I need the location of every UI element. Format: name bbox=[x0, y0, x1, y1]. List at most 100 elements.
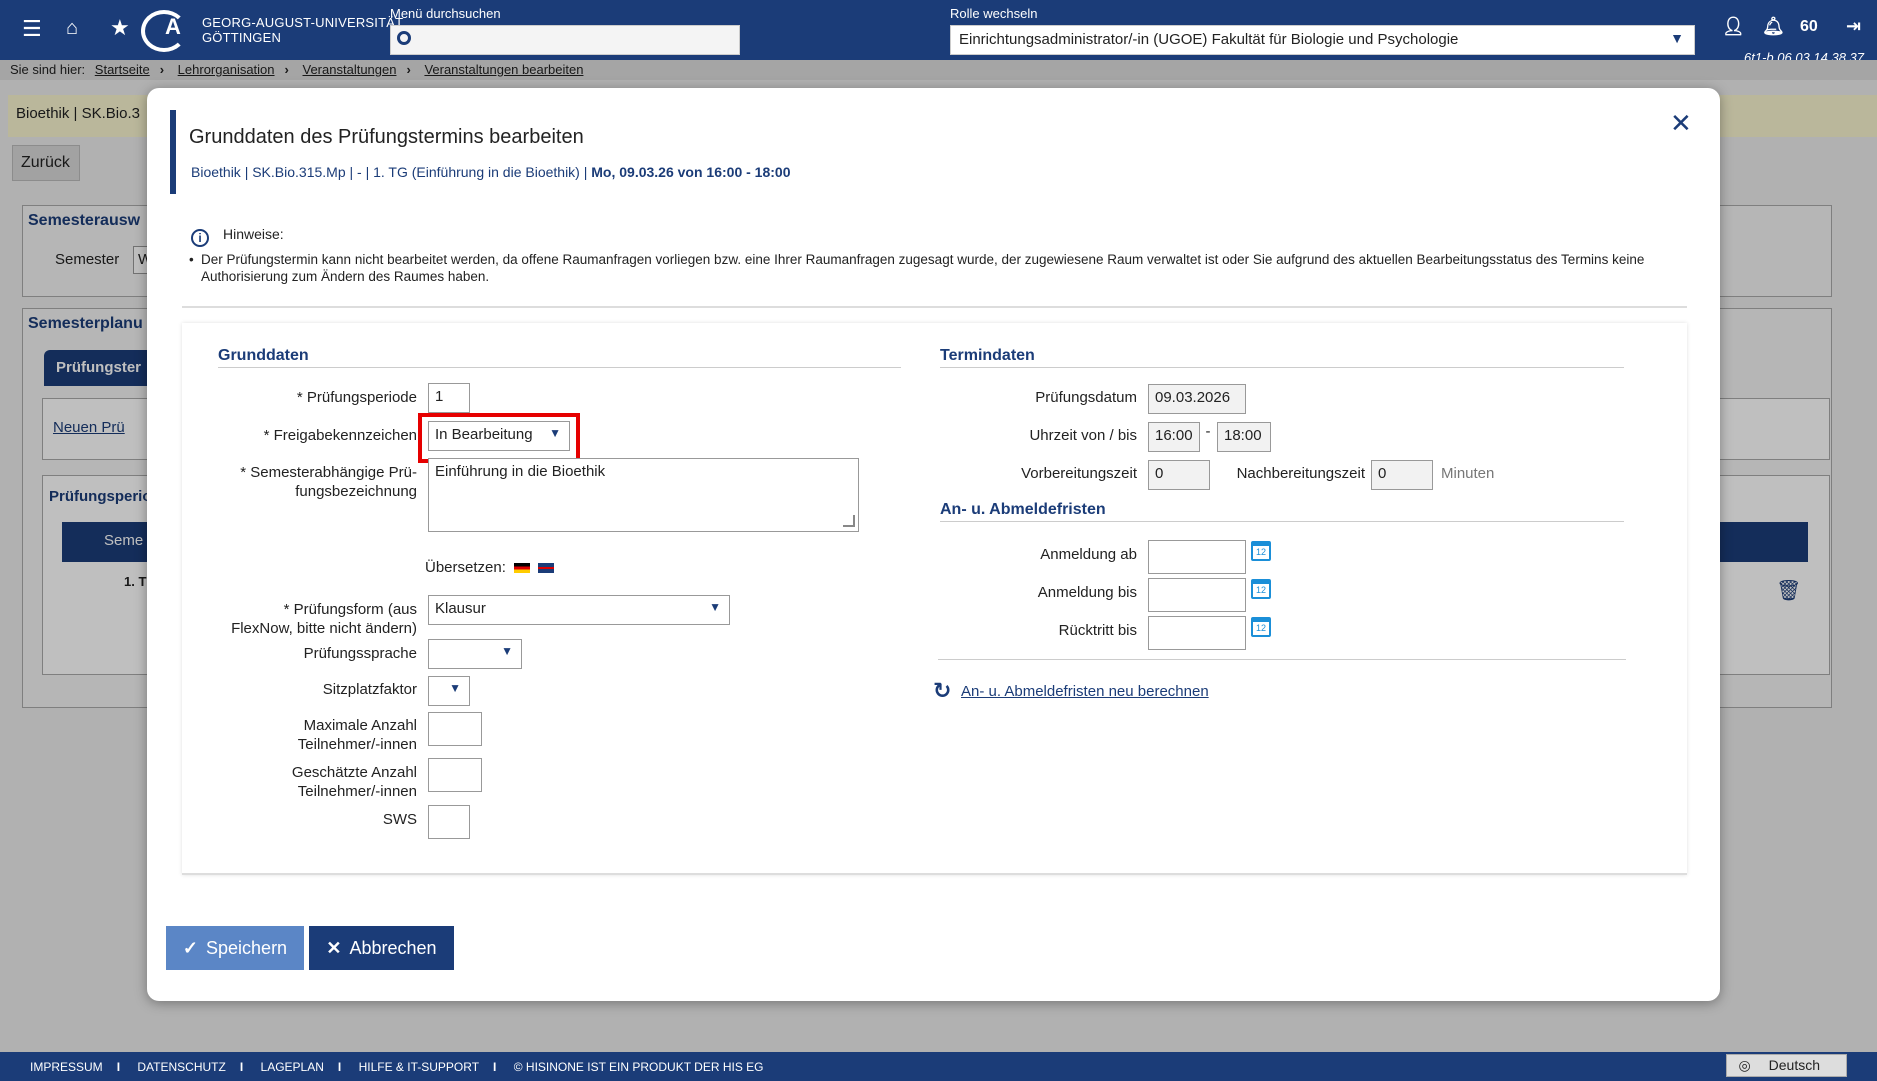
university-name-line1: GEORG-AUGUST-UNIVERSITÄT bbox=[202, 15, 404, 30]
menu-search-input[interactable] bbox=[390, 25, 740, 55]
logo-letters: A bbox=[165, 14, 181, 39]
label-max-teilnehmer-line1: Maximale Anzahl bbox=[303, 717, 417, 734]
language-label: Deutsch bbox=[1768, 1057, 1820, 1073]
section-grunddaten: Grunddaten bbox=[218, 347, 901, 368]
footer-lageplan[interactable]: LAGEPLAN bbox=[261, 1060, 324, 1074]
label-anmeldung-bis: Anmeldung bis bbox=[1037, 584, 1137, 601]
label-nachbereitungszeit: Nachbereitungszeit bbox=[1236, 465, 1365, 482]
label-max-teilnehmer-line2: Teilnehmer/-innen bbox=[297, 736, 417, 753]
footer-hilfe[interactable]: HILFE & IT-SUPPORT bbox=[359, 1060, 479, 1074]
label-pruefungsbezeichnung-line2: fungsbezeichnung bbox=[295, 483, 417, 500]
divider bbox=[938, 659, 1626, 660]
ruecktritt-bis-input[interactable] bbox=[1148, 616, 1246, 650]
pruefungsperiode-input[interactable]: 1 bbox=[428, 383, 470, 413]
pruefungssprache-select[interactable]: ▼ bbox=[428, 639, 522, 669]
flag-gb-icon[interactable] bbox=[538, 563, 555, 574]
label-pruefungsbezeichnung: * Semesterabhängige Prü- fungsbezeichnun… bbox=[187, 463, 417, 501]
label-pruefungsform-line2: FlexNow, bitte nicht ändern) bbox=[231, 620, 417, 637]
university-name-line2: GÖTTINGEN bbox=[202, 30, 282, 45]
chevron-down-icon: ▼ bbox=[449, 681, 461, 695]
recalculate-deadlines-link[interactable]: An- u. Abmeldefristen neu berechnen bbox=[961, 683, 1209, 700]
uhrzeit-bis-field: 18:00 bbox=[1217, 422, 1271, 452]
flag-de-icon[interactable] bbox=[514, 563, 531, 574]
refresh-icon[interactable]: ↻ bbox=[933, 678, 951, 704]
cancel-button[interactable]: ✕ Abbrechen bbox=[309, 926, 454, 970]
dialog-subtitle: Bioethik | SK.Bio.315.Mp | - | 1. TG (Ei… bbox=[191, 164, 790, 180]
logout-icon[interactable]: ⇥ bbox=[1846, 16, 1861, 37]
info-icon: i bbox=[191, 229, 209, 247]
menu-search-label: Menü durchsuchen bbox=[390, 6, 501, 21]
pruefungsbezeichnung-textarea[interactable]: Einführung in die Bioethik bbox=[428, 458, 859, 532]
label-pruefungsform-line1: * Prüfungsform (aus bbox=[283, 601, 417, 618]
pruefungsform-value: Klausur bbox=[435, 600, 486, 617]
label-geschaetzte-teilnehmer-line1: Geschätzte Anzahl bbox=[291, 764, 417, 781]
vorbereitungszeit-field: 0 bbox=[1148, 460, 1210, 490]
pruefungsform-select[interactable]: Klausur ▼ bbox=[428, 595, 730, 625]
close-icon: ✕ bbox=[326, 937, 342, 958]
max-teilnehmer-input[interactable] bbox=[428, 712, 482, 746]
footer-impressum[interactable]: IMPRESSUM bbox=[30, 1060, 103, 1074]
chevron-down-icon: ▼ bbox=[1670, 30, 1684, 46]
dialog-title: Grunddaten des Prüfungstermins bearbeite… bbox=[189, 126, 584, 148]
label-pruefungsdatum: Prüfungsdatum bbox=[1035, 389, 1137, 406]
uhrzeit-von-field: 16:00 bbox=[1148, 422, 1200, 452]
anmeldung-ab-input[interactable] bbox=[1148, 540, 1246, 574]
label-sws: SWS bbox=[382, 811, 417, 828]
label-geschaetzte-teilnehmer: Geschätzte Anzahl Teilnehmer/-innen bbox=[207, 763, 417, 801]
label-vorbereitungszeit: Vorbereitungszeit bbox=[1021, 465, 1137, 482]
footer-separator: I bbox=[337, 1060, 342, 1074]
resize-handle-icon[interactable] bbox=[843, 515, 855, 527]
notice-heading: Hinweise: bbox=[223, 226, 284, 242]
label-sitzplatzfaktor: Sitzplatzfaktor bbox=[322, 681, 417, 698]
sws-input[interactable] bbox=[428, 805, 470, 839]
notifications-count[interactable]: 60 bbox=[1800, 18, 1818, 36]
label-uhrzeit: Uhrzeit von / bis bbox=[1029, 427, 1137, 444]
chevron-down-icon: ▼ bbox=[709, 600, 721, 614]
section-termindaten: Termindaten bbox=[940, 347, 1624, 368]
bell-icon[interactable]: 🔔︎ bbox=[1762, 16, 1785, 37]
label-pruefungssprache: Prüfungssprache bbox=[303, 645, 417, 662]
edit-exam-dialog: Grunddaten des Prüfungstermins bearbeite… bbox=[147, 88, 1720, 1001]
nachbereitungszeit-field: 0 bbox=[1371, 460, 1433, 490]
notice-text: Der Prüfungstermin kann nicht bearbeitet… bbox=[189, 251, 1671, 285]
highlight-box bbox=[418, 413, 580, 463]
time-dash: - bbox=[1205, 423, 1211, 440]
hamburger-menu-icon[interactable]: ☰ bbox=[22, 16, 42, 42]
section-fristen: An- u. Abmeldefristen bbox=[940, 501, 1624, 522]
save-button[interactable]: ✓ Speichern bbox=[166, 926, 304, 970]
label-pruefungsform: * Prüfungsform (aus FlexNow, bitte nicht… bbox=[177, 600, 417, 638]
chevron-down-icon: ▼ bbox=[501, 644, 513, 658]
footer-separator: I bbox=[116, 1060, 121, 1074]
label-pruefungsbezeichnung-line1: * Semesterabhängige Prü- bbox=[240, 464, 417, 481]
geschaetzte-teilnehmer-input[interactable] bbox=[428, 758, 482, 792]
role-select-value: Einrichtungsadministrator/-in (UGOE) Fak… bbox=[959, 31, 1459, 48]
role-select[interactable]: Einrichtungsadministrator/-in (UGOE) Fak… bbox=[950, 25, 1695, 55]
calendar-icon[interactable]: 12 bbox=[1251, 541, 1271, 561]
footer-datenschutz[interactable]: DATENSCHUTZ bbox=[137, 1060, 225, 1074]
label-max-teilnehmer: Maximale Anzahl Teilnehmer/-innen bbox=[207, 716, 417, 754]
label-ruecktritt-bis: Rücktritt bis bbox=[1058, 622, 1137, 639]
close-icon[interactable]: ✕ bbox=[1670, 108, 1692, 139]
language-button[interactable]: ◎ Deutsch bbox=[1725, 1054, 1847, 1077]
sitzplatzfaktor-select[interactable]: ▼ bbox=[428, 676, 470, 706]
university-name: GEORG-AUGUST-UNIVERSITÄT GÖTTINGEN bbox=[202, 15, 403, 45]
user-icon[interactable]: 👤︎ bbox=[1722, 16, 1745, 37]
globe-icon: ◎ bbox=[1738, 1057, 1755, 1073]
translate-label: Übersetzen: bbox=[425, 559, 506, 576]
role-label: Rolle wechseln bbox=[950, 6, 1038, 21]
footer: IMPRESSUM I DATENSCHUTZ I LAGEPLAN I HILFE … bbox=[0, 1052, 1877, 1081]
dialog-subtitle-course: Bioethik | SK.Bio.315.Mp | - | 1. TG (Ei… bbox=[191, 164, 592, 180]
calendar-icon[interactable]: 12 bbox=[1251, 579, 1271, 599]
cancel-button-label: Abbrechen bbox=[349, 937, 437, 958]
calendar-icon[interactable]: 12 bbox=[1251, 617, 1271, 637]
star-icon[interactable]: ★ bbox=[110, 15, 130, 41]
footer-separator: I bbox=[493, 1060, 497, 1074]
home-icon[interactable]: ⌂ bbox=[66, 17, 78, 40]
title-accent-bar bbox=[170, 110, 176, 194]
label-freigabekennzeichen: * Freigabekennzeichen bbox=[263, 427, 417, 444]
pruefungsdatum-field: 09.03.2026 bbox=[1148, 384, 1246, 414]
search-icon bbox=[397, 31, 411, 45]
footer-separator: I bbox=[239, 1060, 244, 1074]
label-pruefungsperiode: * Prüfungsperiode bbox=[296, 389, 417, 406]
anmeldung-bis-input[interactable] bbox=[1148, 578, 1246, 612]
